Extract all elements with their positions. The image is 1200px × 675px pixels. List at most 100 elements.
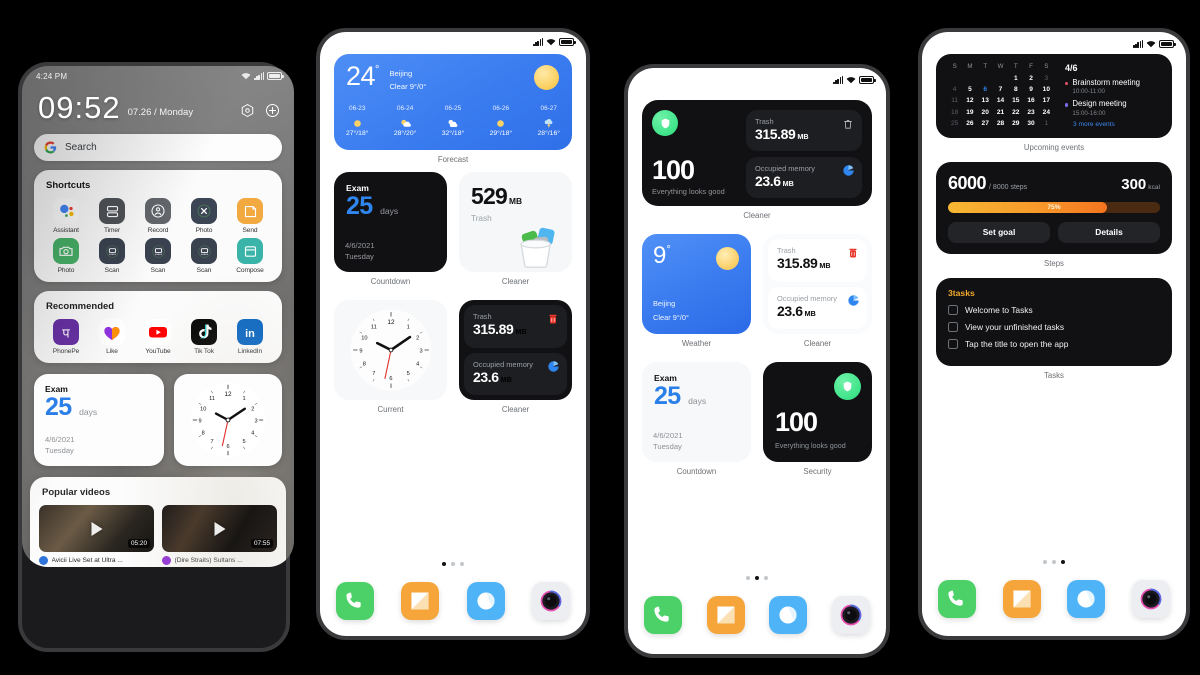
calendar-day[interactable]: 13 bbox=[978, 95, 993, 106]
cleaner-light-widget[interactable]: Trash 315.89 MB Occupied memory 23.6 MB Cl… bbox=[763, 234, 872, 348]
camera-app-icon[interactable] bbox=[831, 596, 870, 634]
video-thumbnail[interactable]: 07:55 bbox=[162, 505, 277, 552]
task-checkbox[interactable] bbox=[948, 304, 958, 315]
calendar-day[interactable] bbox=[993, 73, 1008, 84]
calendar-day[interactable]: 28 bbox=[993, 118, 1008, 129]
task-checkbox[interactable] bbox=[948, 338, 958, 349]
task-checkbox[interactable] bbox=[948, 321, 958, 332]
page-dots[interactable] bbox=[628, 576, 886, 580]
calendar-day[interactable]: 14 bbox=[993, 95, 1008, 106]
messages-app-icon[interactable] bbox=[401, 582, 440, 620]
countdown-widget[interactable]: Exam 25 days 4/6/2021 Tuesday bbox=[34, 374, 164, 466]
calendar-day[interactable]: 2 bbox=[1023, 73, 1038, 84]
page-dot[interactable] bbox=[451, 562, 455, 566]
calendar-day[interactable]: 3 bbox=[1039, 73, 1054, 84]
messages-app-icon[interactable] bbox=[1002, 580, 1041, 618]
add-circle-icon[interactable] bbox=[265, 103, 280, 118]
browser-app-icon[interactable] bbox=[466, 582, 505, 620]
pie-chart-icon[interactable] bbox=[547, 360, 559, 372]
task-item[interactable]: View your unfinished tasks bbox=[948, 321, 1160, 332]
camera-app-icon[interactable] bbox=[531, 582, 570, 620]
cleaner-row[interactable]: Occupied memory 23.6 MB bbox=[746, 157, 862, 198]
page-dots[interactable] bbox=[320, 562, 586, 566]
countdown-widget[interactable]: Exam 25 days 4/6/2021 Tuesday bbox=[642, 362, 751, 476]
messages-app-icon[interactable] bbox=[706, 596, 745, 634]
calendar-day[interactable]: 30 bbox=[1023, 118, 1038, 129]
calendar-day[interactable]: 5 bbox=[962, 84, 977, 95]
phone-app-icon[interactable] bbox=[644, 596, 682, 634]
calendar-day[interactable]: 23 bbox=[1023, 107, 1038, 118]
calendar-day[interactable] bbox=[962, 73, 977, 84]
cleaner-row[interactable]: Occupied memory 23.6 MB bbox=[464, 352, 567, 395]
play-icon[interactable] bbox=[91, 521, 102, 536]
calendar-day[interactable]: 16 bbox=[1023, 95, 1038, 106]
browser-app-icon[interactable] bbox=[769, 596, 808, 634]
page-dot[interactable] bbox=[460, 562, 464, 566]
clock-widget[interactable]: 12 1 2 3 4 5 6 7 8 9 10 11 bbox=[174, 374, 282, 466]
cleaner-row[interactable]: Trash 315.89 MB bbox=[464, 305, 567, 348]
phone-app-icon[interactable] bbox=[938, 580, 976, 618]
pie-chart-icon[interactable] bbox=[842, 164, 854, 176]
calendar-event[interactable]: Brainstorm meeting 10:00-11:00 bbox=[1065, 78, 1161, 95]
calendar-day[interactable]: 15 bbox=[1008, 95, 1023, 106]
settings-hex-icon[interactable] bbox=[240, 103, 255, 118]
page-dot[interactable] bbox=[764, 576, 768, 580]
page-dot[interactable] bbox=[1052, 560, 1056, 564]
cleaner-light-widget[interactable]: 529 MB Trash Cleaner bbox=[459, 172, 572, 286]
calendar-day[interactable]: 1 bbox=[1039, 118, 1054, 129]
weather-widget[interactable]: 9° Beijing Clear 9°/0° Weather bbox=[642, 234, 751, 348]
calendar-day[interactable]: 1 bbox=[1008, 73, 1023, 84]
calendar-widget[interactable]: S M T W T F S 1 2 3 4 5 6 7 8 9 10 11 12 13 14 15 16 17 18 19 20 21… bbox=[936, 54, 1172, 152]
more-events-link[interactable]: 3 more events bbox=[1073, 121, 1161, 128]
page-dot[interactable] bbox=[1061, 560, 1065, 564]
forecast-widget[interactable]: 24° Beijing Clear 9°/0° 06-23 27°/18° 06-… bbox=[334, 54, 572, 164]
play-icon[interactable] bbox=[214, 521, 225, 536]
cleaner-row[interactable]: Trash 315.89 MB bbox=[746, 110, 862, 151]
calendar-day[interactable]: 25 bbox=[947, 118, 962, 129]
calendar-day[interactable]: 12 bbox=[962, 95, 977, 106]
calendar-day[interactable]: 21 bbox=[993, 107, 1008, 118]
calendar-day[interactable]: 24 bbox=[1039, 107, 1054, 118]
security-widget[interactable]: 100 Everything looks good Security bbox=[763, 362, 872, 476]
video-thumbnail[interactable]: 05:20 bbox=[39, 505, 154, 552]
calendar-day[interactable]: 17 bbox=[1039, 95, 1054, 106]
camera-app-icon[interactable] bbox=[1131, 580, 1170, 618]
calendar-day[interactable]: 9 bbox=[1023, 84, 1038, 95]
cleaner-row[interactable]: Trash 315.89 MB bbox=[768, 239, 867, 282]
calendar-day[interactable]: 6 bbox=[978, 84, 993, 95]
calendar-day[interactable]: 7 bbox=[993, 84, 1008, 95]
page-dot[interactable] bbox=[755, 576, 759, 580]
calendar-day[interactable]: 19 bbox=[962, 107, 977, 118]
calendar-day[interactable]: 18 bbox=[947, 107, 962, 118]
calendar-day[interactable]: 8 bbox=[1008, 84, 1023, 95]
calendar-day[interactable]: 10 bbox=[1039, 84, 1054, 95]
steps-button[interactable]: Set goal bbox=[948, 221, 1050, 243]
calendar-day[interactable]: 27 bbox=[978, 118, 993, 129]
countdown-widget[interactable]: Exam 25 days 4/6/2021 Tuesday bbox=[334, 172, 447, 286]
steps-widget[interactable]: 6000 / 8000 steps 300 kcal 75% Set goal D… bbox=[936, 161, 1172, 268]
calendar-day[interactable]: 11 bbox=[947, 95, 962, 106]
cleaner-dark-widget[interactable]: Trash 315.89 MB Occupied memory 23.6 MB Cl… bbox=[459, 300, 572, 414]
page-dot[interactable] bbox=[442, 562, 446, 566]
trash-outline-icon[interactable] bbox=[842, 117, 854, 129]
steps-button[interactable]: Details bbox=[1058, 221, 1160, 243]
calendar-day[interactable]: 26 bbox=[962, 118, 977, 129]
phone-app-icon[interactable] bbox=[336, 582, 374, 620]
task-item[interactable]: Tap the title to open the app bbox=[948, 338, 1160, 349]
trash-red-icon[interactable] bbox=[847, 246, 859, 258]
calendar-day[interactable] bbox=[978, 73, 993, 84]
clock-widget[interactable]: 12 1 2 3 4 5 6 7 8 9 10 11 Current bbox=[334, 300, 447, 414]
page-dot[interactable] bbox=[746, 576, 750, 580]
page-dots[interactable] bbox=[922, 560, 1186, 564]
cleaner-wide-widget[interactable]: 100 Everything looks good Trash 315.89 MB… bbox=[642, 100, 872, 220]
browser-app-icon[interactable] bbox=[1067, 580, 1106, 618]
calendar-day[interactable]: 4 bbox=[947, 84, 962, 95]
page-dot[interactable] bbox=[1043, 560, 1047, 564]
trash-red-icon[interactable] bbox=[547, 312, 559, 324]
calendar-day[interactable] bbox=[947, 73, 962, 84]
calendar-day[interactable]: 22 bbox=[1008, 107, 1023, 118]
pie-chart-icon[interactable] bbox=[847, 294, 859, 306]
calendar-event[interactable]: Design meeting 15:00-16:00 bbox=[1065, 99, 1161, 117]
task-item[interactable]: Welcome to Tasks bbox=[948, 304, 1160, 315]
calendar-day[interactable]: 20 bbox=[978, 107, 993, 118]
